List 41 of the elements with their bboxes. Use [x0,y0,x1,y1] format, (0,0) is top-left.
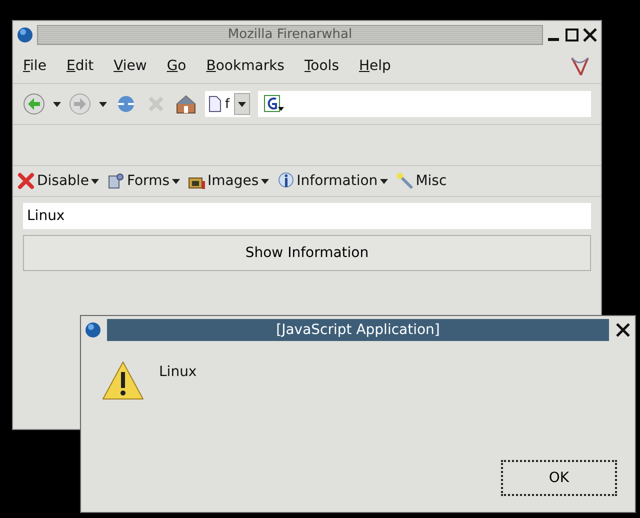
home-icon[interactable] [175,93,197,115]
wand-icon [396,172,414,190]
toolbar-menu[interactable]: Information [276,172,388,190]
menu-item[interactable]: Bookmarks [206,58,284,74]
search-field[interactable] [258,91,591,117]
toolbar-menu[interactable]: Forms [106,172,180,190]
globe-icon [85,322,101,338]
back-icon[interactable] [23,93,45,115]
caret-icon [238,102,246,106]
menu-item[interactable]: Tools [304,58,339,74]
warning-icon [101,360,145,402]
close-icon[interactable] [615,322,631,338]
ok-button[interactable]: OK [501,460,617,496]
dialog-title: [JavaScript Application] [107,319,609,341]
menu-item[interactable]: Edit [66,58,94,74]
toolbar-menu[interactable]: Misc [396,172,447,190]
menu-item[interactable]: File [23,58,46,74]
cross-icon [17,172,35,190]
caret-icon [99,102,107,106]
page-icon [209,96,221,112]
form-icon [106,172,125,190]
maximize-icon[interactable] [565,28,579,42]
caret-icon [380,178,388,184]
dialog-message: Linux [159,363,197,380]
toolbar-menu[interactable]: Images [188,172,269,190]
text-field[interactable]: Linux [23,203,591,229]
search-engine-icon [264,95,286,113]
info-icon [276,172,295,190]
globe-icon [17,27,33,43]
show-information-button[interactable]: Show Information [23,235,591,271]
close-icon[interactable] [583,28,597,42]
address-field[interactable]: f [205,91,250,117]
menu-item[interactable]: Go [166,58,186,74]
caret-icon [260,178,269,184]
caret-icon [172,178,180,184]
toolbar-menu[interactable]: Disable [17,172,99,190]
window-title: Mozilla Firenarwhal [37,25,543,45]
menu-item[interactable]: Help [359,58,391,74]
caret-icon [53,102,61,106]
caret-icon [90,178,99,184]
menu-item[interactable]: View [114,58,147,74]
